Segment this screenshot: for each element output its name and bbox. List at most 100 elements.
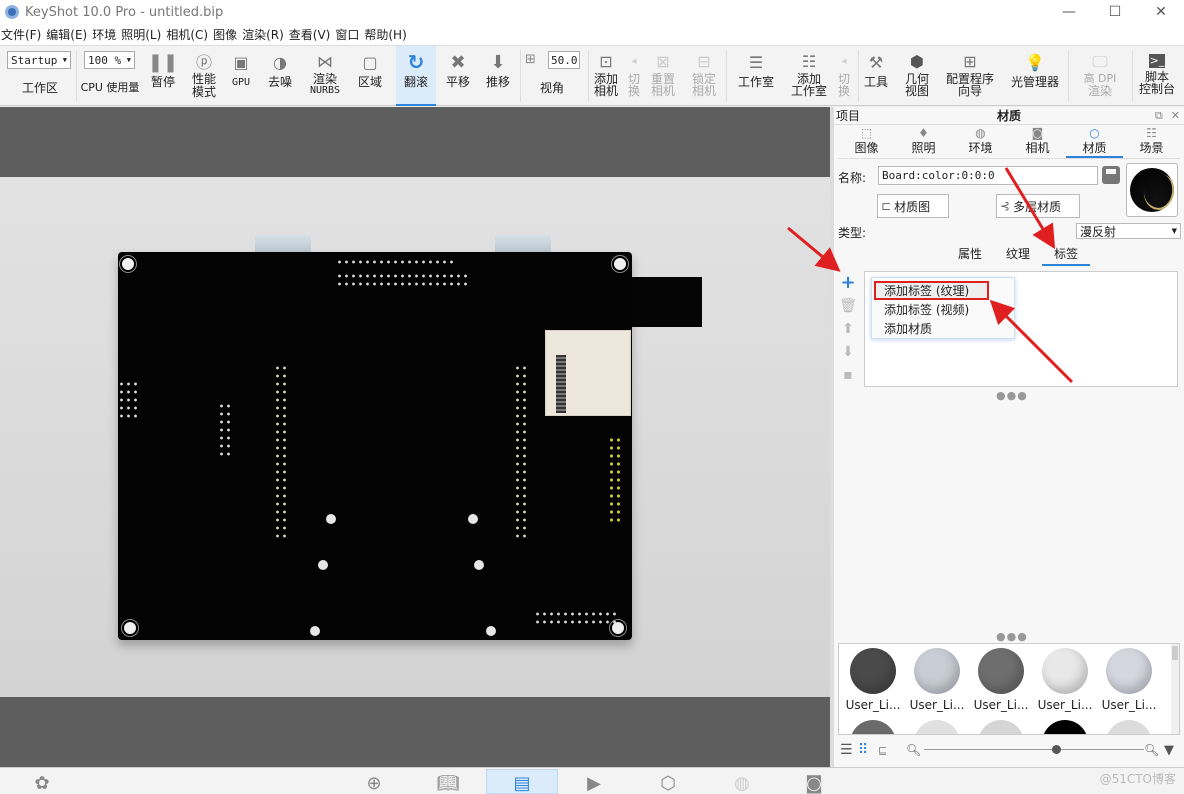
menu-view[interactable]: 查看(V) xyxy=(288,26,335,43)
menu-render[interactable]: 渲染(R) xyxy=(241,26,288,43)
tab-environment[interactable]: ◍ 环境 xyxy=(952,125,1009,158)
thumbnail-size-slider[interactable] xyxy=(924,749,1144,750)
monitor-icon: 🖵 xyxy=(1092,52,1108,71)
render-nurbs-button[interactable]: ⋈ 渲染 NURBS xyxy=(304,46,346,106)
tab-material[interactable]: ○ 材质 xyxy=(1066,125,1123,158)
configurator-wizard-button[interactable]: ⊞ 配置程序 向导 xyxy=(942,46,998,106)
menu-window[interactable]: 窗口 xyxy=(334,26,363,43)
move-up-icon[interactable]: ⬆ xyxy=(840,320,856,337)
add-label-icon[interactable]: + xyxy=(840,272,856,293)
resize-handle-dots[interactable]: ●●● xyxy=(996,630,1028,643)
board-hole xyxy=(318,560,328,570)
sub-tab-labels[interactable]: 标签 xyxy=(1042,245,1090,266)
menu-item-add-material[interactable]: 添加材质 xyxy=(872,319,1014,338)
maximize-button[interactable]: ☐ xyxy=(1092,0,1138,24)
library-material-item[interactable]: User_Li... xyxy=(1099,648,1159,712)
tab-scene[interactable]: ☷ 场景 xyxy=(1123,125,1180,158)
material-name-input[interactable]: Board:color:0:0:0 xyxy=(878,166,1098,185)
move-down-icon[interactable]: ⬇ xyxy=(840,343,856,360)
menu-item-add-texture-label[interactable]: 添加标签 (纹理) xyxy=(874,281,989,300)
menu-edit[interactable]: 编辑(E) xyxy=(45,26,91,43)
light-manager-button[interactable]: 💡 光管理器 xyxy=(1008,46,1062,106)
zoom-out-icon[interactable]: 🔍︎ xyxy=(906,743,921,757)
pan-button[interactable]: ✖ 平移 xyxy=(440,46,476,106)
cpu-usage-select[interactable]: 100 % ▼ xyxy=(84,51,135,69)
add-studio-button[interactable]: ☷ 添加 工作室 xyxy=(788,46,830,106)
filter-icon[interactable]: ▼ xyxy=(1164,743,1174,758)
library-material-item[interactable]: User_Li... xyxy=(843,648,903,712)
grid-view-icon[interactable]: ⠿ xyxy=(858,742,868,758)
close-panel-icon[interactable]: ✕ xyxy=(1171,109,1180,123)
material-type-select[interactable]: 漫反射 ▼ xyxy=(1076,223,1181,239)
material-preview[interactable] xyxy=(1126,163,1178,217)
zoom-in-icon[interactable]: 🔍︎ xyxy=(1144,743,1159,757)
tools-button[interactable]: ⚒ 工具 xyxy=(862,46,890,106)
switch-camera-button[interactable]: ◂ 切 换 xyxy=(624,46,644,106)
gpu-button[interactable]: ▣ GPU xyxy=(226,46,256,106)
performance-mode-button[interactable]: ⓟ 性能 模式 xyxy=(185,46,223,106)
library-material-swatch-row2[interactable] xyxy=(1042,720,1088,734)
script-console-button[interactable]: >_ 脚本 控制台 xyxy=(1136,46,1178,106)
slider-thumb[interactable] xyxy=(1052,745,1061,754)
library-material-swatch-row2[interactable] xyxy=(850,720,896,734)
render-viewport[interactable] xyxy=(0,107,830,767)
dolly-button[interactable]: ⬇ 推移 xyxy=(480,46,516,106)
tab-camera[interactable]: ◙ 相机 xyxy=(1009,125,1066,158)
library-material-item[interactable]: User_Li... xyxy=(1035,648,1095,712)
library-material-item[interactable]: User_Li... xyxy=(907,648,967,712)
chevron-down-icon: ▼ xyxy=(126,56,131,64)
close-button[interactable]: ✕ xyxy=(1138,0,1184,24)
pause-button[interactable]: ❚❚ 暂停 xyxy=(145,46,181,106)
board-connector xyxy=(255,235,311,253)
menu-image[interactable]: 图像 xyxy=(212,26,241,43)
list-view-icon[interactable]: ☰ xyxy=(840,742,853,758)
tumble-button[interactable]: ↻ 翻滚 xyxy=(396,46,436,106)
minimize-button[interactable]: — xyxy=(1046,0,1092,24)
book-icon[interactable]: 📖︎ xyxy=(434,772,462,794)
sub-tab-textures[interactable]: 纹理 xyxy=(994,245,1042,266)
multi-material-button[interactable]: ⊰ 多层材质 xyxy=(996,194,1080,218)
menu-camera[interactable]: 相机(C) xyxy=(165,26,212,43)
library-scrollbar[interactable] xyxy=(1171,644,1179,734)
menu-help[interactable]: 帮助(H) xyxy=(363,26,410,43)
sub-tab-properties[interactable]: 属性 xyxy=(946,245,994,266)
resize-handle-dots[interactable]: ●●● xyxy=(996,389,1028,402)
studio-button[interactable]: ☰ 工作室 xyxy=(734,46,778,106)
float-panel-icon[interactable]: ⧉ xyxy=(1155,109,1163,123)
project-icon[interactable]: ▤ xyxy=(508,772,536,794)
denoise-label: 去噪 xyxy=(267,75,292,89)
library-icon[interactable]: ⊕ xyxy=(360,772,388,794)
region-button[interactable]: ▢ 区域 xyxy=(352,46,388,106)
library-material-item[interactable]: User_Li... xyxy=(971,648,1031,712)
switch-studio-button[interactable]: ◂ 切 换 xyxy=(834,46,854,106)
lock-camera-label-2: 相机 xyxy=(691,84,716,98)
library-material-swatch-row2[interactable] xyxy=(1106,720,1152,734)
animation-icon[interactable]: ▶ xyxy=(580,772,608,794)
render-icon[interactable]: ◙ xyxy=(800,772,828,794)
tab-lighting[interactable]: ♦ 照明 xyxy=(895,125,952,158)
library-material-swatch-row2[interactable] xyxy=(978,720,1024,734)
save-material-icon[interactable] xyxy=(1102,166,1120,184)
delete-icon[interactable]: 🗑 xyxy=(839,297,857,314)
material-graph-button[interactable]: ⊏ 材质图 xyxy=(877,194,949,218)
denoise-button[interactable]: ◑ 去噪 xyxy=(262,46,298,106)
lock-camera-button[interactable]: ⊟ 锁定 相机 xyxy=(688,46,720,106)
workspace-select[interactable]: Startup ▼ xyxy=(7,51,71,69)
keyvr-icon[interactable]: ◍ xyxy=(728,772,756,794)
separator xyxy=(726,50,727,102)
geometry-view-button[interactable]: ⬢ 几何 视图 xyxy=(902,46,932,106)
import-icon[interactable]: ✿ xyxy=(28,772,56,794)
menu-file[interactable]: 文件(F) xyxy=(0,26,45,43)
hidpi-render-button[interactable]: 🖵 高 DPI 渲染 xyxy=(1072,46,1128,106)
keyshot-xr-icon[interactable]: ⬡ xyxy=(654,772,682,794)
library-material-swatch-row2[interactable] xyxy=(914,720,960,734)
menu-lighting[interactable]: 照明(L) xyxy=(120,26,165,43)
tree-view-icon[interactable]: ⊑ xyxy=(878,744,887,757)
field-of-view-input[interactable]: 50.0 xyxy=(548,51,580,69)
menu-item-add-video-label[interactable]: 添加标签 (视频) xyxy=(872,300,1014,319)
reset-camera-button[interactable]: ⊠ 重置 相机 xyxy=(648,46,678,106)
copy-label-icon[interactable]: ▪ xyxy=(840,366,856,383)
menu-environment[interactable]: 环境 xyxy=(91,26,120,43)
tab-image[interactable]: ⬚ 图像 xyxy=(838,125,895,158)
add-camera-button[interactable]: ⊡ 添加 相机 xyxy=(592,46,620,106)
